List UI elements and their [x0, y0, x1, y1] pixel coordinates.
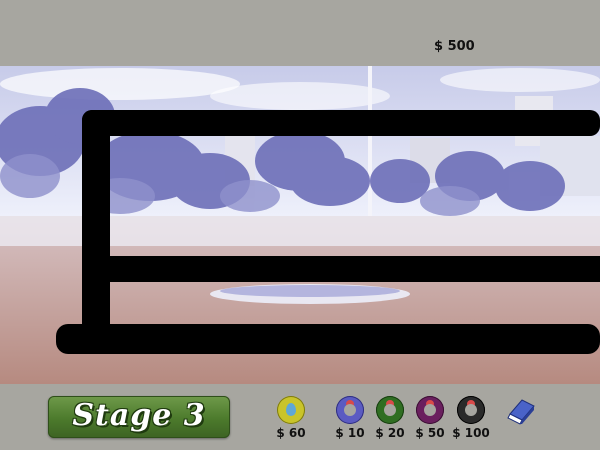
top-hud-bar — [0, 0, 600, 66]
game-field[interactable] — [0, 66, 600, 384]
money-counter: $ 500 — [434, 39, 475, 54]
tower-shop-item-2[interactable]: $ 10 — [334, 396, 366, 442]
tower-shop-item-3[interactable]: $ 20 — [374, 396, 406, 442]
green-tower-icon — [376, 396, 404, 424]
water-tower-icon — [277, 396, 305, 424]
eraser-tool-button[interactable] — [504, 396, 538, 426]
blue-tower-icon — [336, 396, 364, 424]
stage-label: Stage 3 — [72, 398, 206, 433]
stage-badge: Stage 3 — [48, 396, 230, 438]
tower-shop-item-1[interactable]: $ 60 — [275, 396, 307, 442]
tower-price: $ 60 — [276, 426, 306, 440]
tower-shop-item-4[interactable]: $ 50 — [414, 396, 446, 442]
purple-tower-icon — [416, 396, 444, 424]
tower-shop-item-5[interactable]: $ 100 — [452, 396, 490, 442]
eraser-icon — [507, 399, 535, 425]
game-field-canvas — [0, 66, 600, 384]
tower-price: $ 100 — [452, 426, 490, 440]
black-tower-icon — [457, 396, 485, 424]
